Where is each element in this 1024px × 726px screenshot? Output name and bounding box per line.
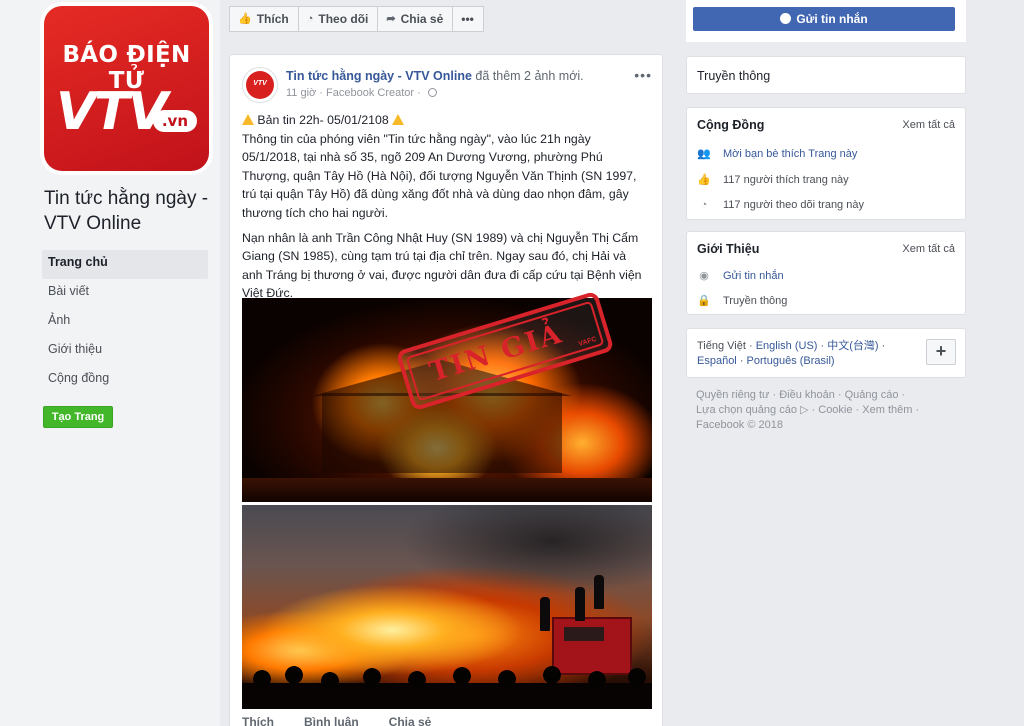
share-arrow-icon: ➦ [386, 13, 396, 25]
community-title: Cộng Đồng [697, 118, 765, 132]
post-card: VTV Tin tức hằng ngày - VTV Online đã th… [229, 54, 663, 726]
followers-count-row: ◔ 117 người theo dõi trang này [697, 199, 864, 211]
thumbs-up-icon: 👍 [238, 13, 252, 25]
share-page-label: Chia sẻ [400, 12, 444, 26]
post-headline: Bản tin 22h- 05/01/2108 [257, 113, 389, 127]
media-card: Truyền thông [686, 56, 966, 94]
community-card: Cộng Đồng Xem tất cả 👥 Mời bạn bè thích … [686, 107, 966, 220]
users-icon: 👥 [697, 148, 711, 160]
share-page-button[interactable]: ➦ Chia sẻ [377, 6, 453, 32]
likes-count-label: 117 người thích trang này [723, 174, 849, 186]
post-like-button[interactable]: Thích [242, 715, 274, 726]
footer-link-terms[interactable]: Điều khoản [779, 389, 835, 401]
create-page-button[interactable]: Tạo Trang [43, 406, 113, 428]
nav-item-photos[interactable]: Ảnh [42, 308, 208, 337]
page-action-bar: 👍 Thích ◔ Theo dõi ➦ Chia sẻ ••• [229, 6, 484, 32]
post-paragraph-1: Thông tin của phóng viên "Tin tức hằng n… [242, 131, 637, 220]
more-options-button[interactable]: ••• [452, 6, 484, 32]
invite-friends-label: Mời bạn bè thích Trang này [723, 148, 858, 160]
post-header: Tin tức hằng ngày - VTV Online đã thêm 2… [286, 69, 584, 83]
about-send-message-label: Gửi tin nhắn [723, 270, 784, 282]
nav-item-posts[interactable]: Bài viết [42, 279, 208, 308]
crowd-silhouette [242, 665, 652, 709]
post-share-button[interactable]: Chia sẻ [389, 715, 432, 726]
page-title[interactable]: Tin tức hằng ngày - VTV Online [44, 186, 214, 236]
warning-icon [242, 114, 254, 125]
language-list: Tiếng Việt · English (US) · 中文(台灣) · Esp… [697, 340, 886, 367]
language-card: Tiếng Việt · English (US) · 中文(台灣) · Esp… [686, 328, 966, 378]
firefighter-silhouette [594, 575, 604, 609]
about-media-label: Truyền thông [723, 295, 788, 307]
post-avatar[interactable]: VTV [242, 67, 278, 103]
warning-icon [392, 114, 405, 125]
fake-news-stamp-source: VAFC [577, 335, 598, 348]
fire-truck-window [564, 627, 604, 641]
footer-copyright: Facebook © 2018 [696, 419, 783, 431]
footer-link-ad-choices[interactable]: Lựa chọn quảng cáo [696, 404, 797, 416]
post-action-bar: Thích Bình luận Chia sẻ [242, 715, 431, 726]
rss-icon: ◔ [306, 13, 314, 25]
footer-link-more[interactable]: Xem thêm [862, 404, 912, 416]
post-author-link[interactable]: Tin tức hằng ngày - VTV Online [286, 69, 472, 83]
plus-icon[interactable]: + [926, 339, 956, 365]
post-action-text: đã thêm 2 ảnh mới. [475, 69, 584, 83]
about-see-all-link[interactable]: Xem tất cả [902, 243, 955, 255]
about-send-message-row[interactable]: ◉ Gửi tin nhắn [697, 270, 784, 282]
post-paragraph-2: Nạn nhân là anh Trần Công Nhật Huy (SN 1… [242, 230, 642, 301]
post-headline-line: Bản tin 22h- 05/01/2108 Thông tin của ph… [242, 111, 642, 223]
rss-icon: ◔ [700, 199, 708, 211]
avatar-brand: VTV [253, 80, 267, 87]
post-text: Bản tin 22h- 05/01/2108 Thông tin của ph… [242, 111, 642, 309]
smoke [402, 505, 652, 595]
media-link[interactable]: Truyền thông [697, 69, 770, 83]
messenger-icon: ◉ [699, 270, 709, 282]
footer-link-cookies[interactable]: Cookie [818, 404, 852, 416]
page-profile-picture[interactable]: BÁO ĐIỆN TỬ VTV .vn [44, 6, 209, 171]
firefighter-silhouette [575, 587, 585, 621]
messenger-icon [780, 13, 792, 24]
about-card: Giới Thiệu Xem tất cả ◉ Gửi tin nhắn 🔒 T… [686, 231, 966, 315]
thumbs-up-icon: 👍 [697, 174, 711, 186]
logo-domain-badge: .vn [152, 110, 197, 132]
send-message-label: Gửi tin nhắn [796, 12, 868, 26]
invite-friends-row[interactable]: 👥 Mời bạn bè thích Trang này [697, 148, 857, 160]
firefighter-silhouette [540, 597, 550, 631]
globe-icon [427, 88, 437, 97]
follow-page-button[interactable]: ◔ Theo dõi [297, 6, 378, 32]
send-message-button[interactable]: Gửi tin nhắn [693, 7, 955, 31]
left-sidebar: BÁO ĐIỆN TỬ VTV .vn Tin tức hằng ngày - … [0, 0, 220, 726]
post-comment-button[interactable]: Bình luận [304, 715, 359, 726]
nav-item-community[interactable]: Cộng đồng [42, 366, 208, 395]
language-option-spanish[interactable]: Español [697, 355, 737, 367]
ground [242, 478, 652, 502]
logo-brand: VTV [56, 82, 168, 142]
current-language: Tiếng Việt [697, 340, 746, 352]
like-page-label: Thích [256, 12, 289, 26]
community-see-all-link[interactable]: Xem tất cả [902, 119, 955, 131]
like-page-button[interactable]: 👍 Thích [229, 6, 298, 32]
about-media-row[interactable]: 🔒 Truyền thông [697, 295, 787, 307]
language-option-portuguese[interactable]: Português (Brasil) [747, 355, 835, 367]
language-option-english[interactable]: English (US) [756, 340, 818, 352]
nav-item-about[interactable]: Giới thiệu [42, 337, 208, 366]
page-footer: Quyền riêng tư · Điều khoản · Quảng cáo … [696, 389, 920, 431]
followers-count-label: 117 người theo dõi trang này [723, 199, 864, 211]
house-silhouette [322, 393, 562, 473]
language-option-chinese[interactable]: 中文(台灣) [827, 340, 878, 352]
lock-icon: 🔒 [697, 295, 711, 307]
follow-page-label: Theo dõi [318, 12, 369, 26]
post-timestamp[interactable]: 11 giờ [286, 87, 316, 99]
page-nav: Trang chủ Bài viết Ảnh Giới thiệu Cộng đ… [42, 250, 208, 395]
post-options-button[interactable]: ••• [634, 67, 652, 83]
footer-link-ads[interactable]: Quảng cáo [845, 389, 899, 401]
post-meta: 11 giờ · Facebook Creator · [286, 87, 437, 99]
post-source: Facebook Creator [326, 87, 415, 99]
likes-count-row: 👍 117 người thích trang này [697, 174, 849, 186]
about-title: Giới Thiệu [697, 242, 760, 256]
post-photo-firefighters[interactable] [242, 505, 652, 709]
nav-item-home[interactable]: Trang chủ [42, 250, 208, 279]
footer-link-privacy[interactable]: Quyền riêng tư [696, 389, 769, 401]
